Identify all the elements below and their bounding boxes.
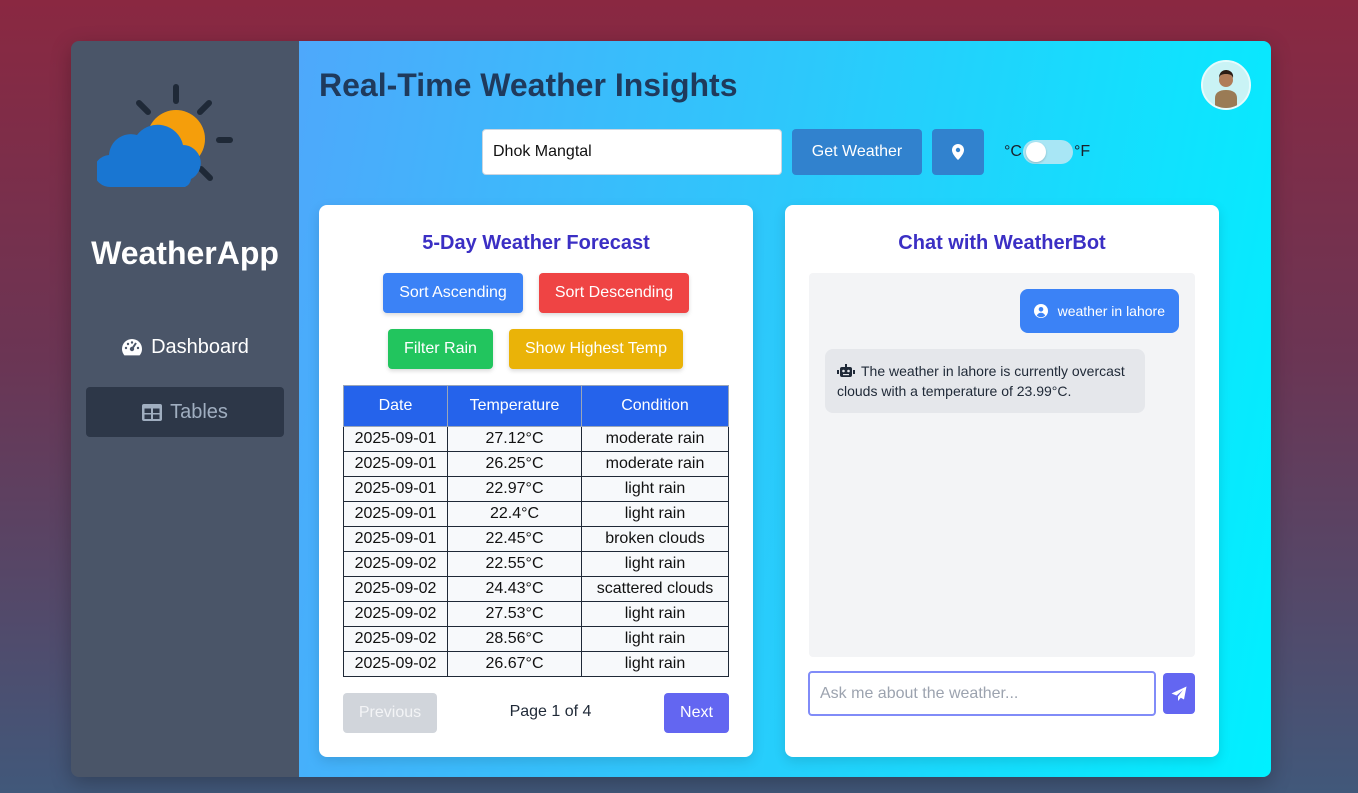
user-message: weather in lahore [1019,289,1179,333]
unit-toggle[interactable] [1022,140,1073,164]
user-avatar[interactable] [1201,60,1251,110]
sidebar: WeatherApp Dashboard Tables [71,41,299,777]
chat-input[interactable] [808,671,1156,716]
cell-temperature: 22.45°C [447,526,582,552]
cell-date: 2025-09-02 [343,551,448,577]
cell-temperature: 28.56°C [447,626,582,652]
gauge-icon [122,339,143,356]
column-header-date: Date [343,385,448,427]
chat-messages: weather in lahore The weather in lahore … [809,273,1195,657]
cell-temperature: 22.4°C [447,501,582,527]
cell-temperature: 22.97°C [447,476,582,502]
sidebar-item-label: Dashboard [151,335,249,358]
column-header-temperature: Temperature [447,385,582,427]
sort-ascending-button[interactable]: Sort Ascending [383,273,523,313]
user-message-text: weather in lahore [1057,303,1165,319]
cell-temperature: 27.53°C [447,601,582,627]
sidebar-item-tables[interactable]: Tables [86,387,284,437]
page-title: Real-Time Weather Insights [319,67,738,103]
person-icon [1203,62,1249,108]
cell-temperature: 24.43°C [447,576,582,602]
location-button[interactable] [932,129,984,175]
cell-condition: light rain [581,501,729,527]
sun-cloud-icon [97,84,233,188]
sidebar-item-dashboard[interactable]: Dashboard [86,322,284,372]
search-bar: Get Weather °C °F [482,129,1090,175]
table-row: 2025-09-02 26.67°C light rain [343,651,729,677]
table-row: 2025-09-01 22.97°C light rain [343,476,729,502]
table-icon [142,403,163,421]
table-row: 2025-09-01 26.25°C moderate rain [343,451,729,477]
chat-title: Chat with WeatherBot [898,232,1106,254]
table-row: 2025-09-01 22.45°C broken clouds [343,526,729,552]
cell-temperature: 26.25°C [447,451,582,477]
table-row: 2025-09-02 24.43°C scattered clouds [343,576,729,602]
cell-temperature: 27.12°C [447,426,582,452]
chat-card: Chat with WeatherBot weather in lahore T… [785,205,1219,757]
table-row: 2025-09-01 22.4°C light rain [343,501,729,527]
sort-descending-button[interactable]: Sort Descending [539,273,689,313]
table-row: 2025-09-02 27.53°C light rain [343,601,729,627]
table-row: 2025-09-02 22.55°C light rain [343,551,729,577]
cell-condition: light rain [581,626,729,652]
get-weather-button[interactable]: Get Weather [792,129,922,175]
send-button[interactable] [1163,673,1195,714]
bot-message-text: The weather in lahore is currently overc… [837,363,1125,399]
cell-date: 2025-09-01 [343,426,448,452]
column-header-condition: Condition [581,385,729,427]
cell-date: 2025-09-01 [343,526,448,552]
highest-temp-button[interactable]: Show Highest Temp [509,329,683,369]
table-header-row: Date Temperature Condition [343,385,729,427]
filter-rain-button[interactable]: Filter Rain [388,329,493,369]
page-indicator: Page 1 of 4 [509,703,592,720]
cell-date: 2025-09-02 [343,601,448,627]
cell-date: 2025-09-02 [343,651,448,677]
cell-condition: scattered clouds [581,576,729,602]
cell-condition: light rain [581,551,729,577]
sidebar-item-label: Tables [170,400,228,423]
main-content: Real-Time Weather Insights Get Weather °… [299,41,1271,777]
paper-plane-icon [1171,686,1187,701]
table-row: 2025-09-01 27.12°C moderate rain [343,426,729,452]
cell-condition: moderate rain [581,451,729,477]
cell-date: 2025-09-01 [343,476,448,502]
unit-fahrenheit-label: °F [1073,143,1091,160]
cell-condition: light rain [581,476,729,502]
forecast-table: Date Temperature Condition 2025-09-01 27.… [343,385,729,677]
user-circle-icon [1033,304,1048,318]
robot-icon [837,364,855,377]
next-page-button[interactable]: Next [664,693,729,733]
previous-page-button[interactable]: Previous [343,693,437,733]
bot-message: The weather in lahore is currently overc… [825,349,1145,413]
unit-celsius-label: °C [1004,143,1022,160]
cell-date: 2025-09-01 [343,451,448,477]
cell-condition: light rain [581,651,729,677]
cell-date: 2025-09-02 [343,626,448,652]
forecast-card: 5-Day Weather Forecast Sort Ascending So… [319,205,753,757]
toggle-knob [1025,142,1046,162]
cell-date: 2025-09-01 [343,501,448,527]
cell-condition: light rain [581,601,729,627]
cell-temperature: 26.67°C [447,651,582,677]
brand-name: WeatherApp [91,235,279,271]
forecast-title: 5-Day Weather Forecast [422,232,650,254]
city-input[interactable] [482,129,782,175]
cell-date: 2025-09-02 [343,576,448,602]
unit-toggle-group: °C °F [1004,140,1090,164]
map-pin-icon [952,144,964,160]
cell-condition: moderate rain [581,426,729,452]
cell-temperature: 22.55°C [447,551,582,577]
table-row: 2025-09-02 28.56°C light rain [343,626,729,652]
app-window: WeatherApp Dashboard Tables Real-Time We… [71,41,1271,777]
cell-condition: broken clouds [581,526,729,552]
